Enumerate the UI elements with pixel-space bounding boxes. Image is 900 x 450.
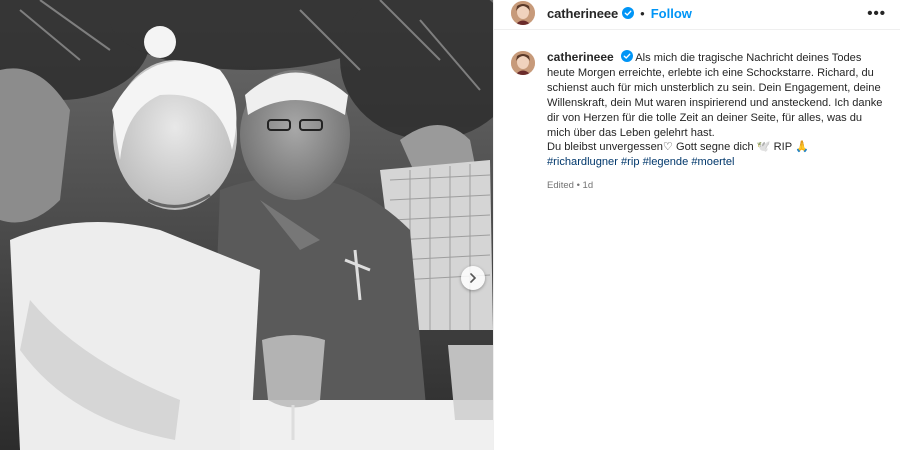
post-header: catherineee • Follow ••• xyxy=(494,0,900,28)
hashtag-link[interactable]: #richardlugner xyxy=(547,156,618,168)
caption-body: catherineee Als mich die tragische Nachr… xyxy=(547,50,884,194)
photo-image xyxy=(0,0,493,450)
avatar[interactable] xyxy=(511,1,535,25)
hashtag-list: #richardlugner #rip #legende #moertel xyxy=(547,155,884,170)
meta-separator: • xyxy=(576,180,580,192)
follow-button[interactable]: Follow xyxy=(651,6,692,21)
verified-badge-icon xyxy=(620,50,633,62)
header-divider xyxy=(494,29,900,30)
caption-text: Als mich die tragische Nachricht deines … xyxy=(547,52,883,154)
caption-username[interactable]: catherineee xyxy=(547,50,614,64)
post-sidebar: catherineee • Follow ••• catherineee Als… xyxy=(493,0,900,450)
post-photo[interactable] xyxy=(0,0,493,450)
carousel-next-button[interactable] xyxy=(461,266,485,290)
edited-label: Edited xyxy=(547,180,574,192)
header-username[interactable]: catherineee xyxy=(547,6,618,21)
more-options-icon[interactable]: ••• xyxy=(867,5,886,22)
verified-badge-icon xyxy=(622,7,635,19)
post-meta: Edited • 1d xyxy=(547,179,884,194)
hashtag-link[interactable]: #legende xyxy=(643,156,689,168)
header-separator: • xyxy=(640,5,645,21)
post-time[interactable]: 1d xyxy=(583,180,594,191)
hashtag-link[interactable]: #rip xyxy=(621,156,640,168)
hashtag-link[interactable]: #moertel xyxy=(691,156,734,168)
caption-avatar[interactable] xyxy=(511,51,535,75)
avatar-image xyxy=(511,1,535,25)
avatar-image xyxy=(511,51,535,75)
chevron-right-icon xyxy=(470,273,477,283)
caption: catherineee Als mich die tragische Nachr… xyxy=(511,50,884,194)
